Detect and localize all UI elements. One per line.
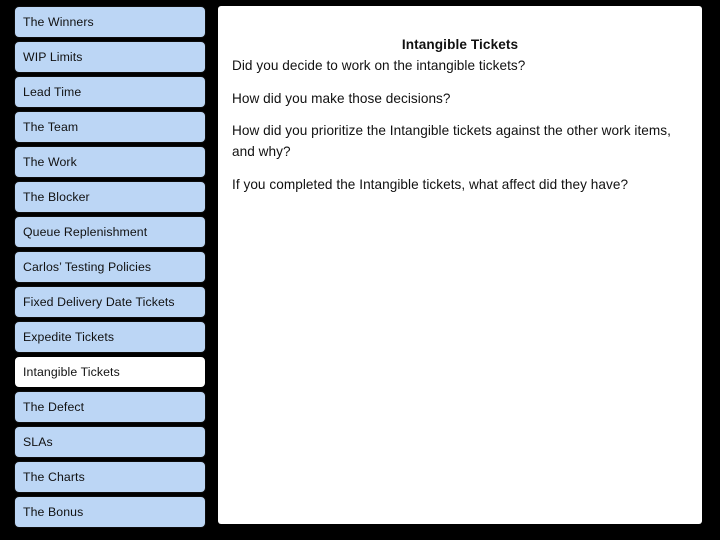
sidebar-item-expedite-tickets[interactable]: Expedite Tickets [14,321,206,353]
sidebar-item-label: The Defect [23,399,85,414]
sidebar-item-the-defect[interactable]: The Defect [14,391,206,423]
sidebar-item-label: The Winners [23,14,94,29]
sidebar-item-queue-replenishment[interactable]: Queue Replenishment [14,216,206,248]
sidebar-item-label: Intangible Tickets [23,364,120,379]
sidebar-item-label: The Charts [23,469,85,484]
sidebar-item-label: Fixed Delivery Date Tickets [23,294,175,309]
page-title: Intangible Tickets [401,37,519,53]
sidebar-item-label: Queue Replenishment [23,224,148,239]
content-body: Did you decide to work on the intangible… [232,56,690,207]
sidebar-item-fixed-delivery-date-tickets[interactable]: Fixed Delivery Date Tickets [14,286,206,318]
content-paragraph: If you completed the Intangible tickets,… [232,176,629,192]
sidebar-item-label: Carlos’ Testing Policies [23,259,152,274]
sidebar-item-wip-limits[interactable]: WIP Limits [14,41,206,73]
sidebar-item-label: WIP Limits [23,49,83,64]
sidebar-item-slas[interactable]: SLAs [14,426,206,458]
sidebar-item-label: Expedite Tickets [23,329,115,344]
content-paragraph: Did you decide to work on the intangible… [232,58,526,73]
content-paragraph: How did you make those decisions? [232,90,451,106]
sidebar-nav: The Winners WIP Limits Lead Time The Team Th… [14,6,206,534]
content-panel: Intangible Tickets Did you decide to wor… [218,6,702,524]
sidebar-item-lead-time[interactable]: Lead Time [14,76,206,108]
sidebar-item-label: The Bonus [23,504,84,519]
sidebar-item-label: The Team [23,119,79,134]
sidebar-item-label: The Blocker [23,189,90,204]
sidebar-item-label: The Work [23,154,77,169]
sidebar-item-the-winners[interactable]: The Winners [14,6,206,38]
sidebar-item-the-work[interactable]: The Work [14,146,206,178]
sidebar-item-carlos-testing-policies[interactable]: Carlos’ Testing Policies [14,251,206,283]
slide-canvas: The Winners WIP Limits Lead Time The Team Th… [0,0,720,540]
sidebar-item-label: Lead Time [23,84,82,99]
sidebar-item-the-charts[interactable]: The Charts [14,461,206,493]
sidebar-item-the-blocker[interactable]: The Blocker [14,181,206,213]
sidebar-item-label: SLAs [23,434,53,449]
sidebar-item-the-bonus[interactable]: The Bonus [14,496,206,528]
sidebar-item-intangible-tickets[interactable]: Intangible Tickets [14,356,206,388]
content-paragraph: How did you prioritize the Intangible ti… [232,123,671,159]
sidebar-item-the-team[interactable]: The Team [14,111,206,143]
